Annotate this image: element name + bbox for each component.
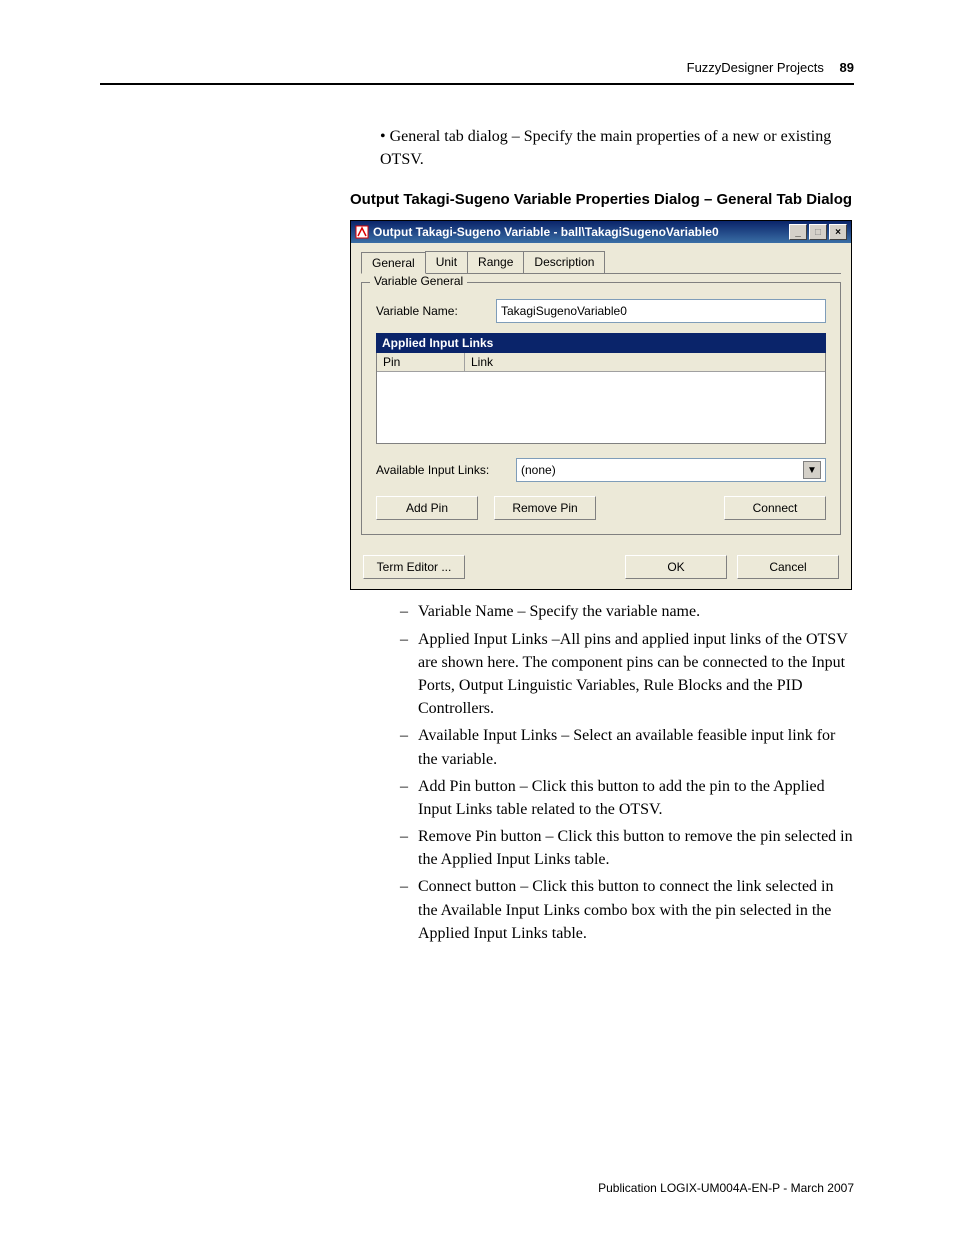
- remove-pin-button[interactable]: Remove Pin: [494, 496, 596, 520]
- desc-variable-name: Variable Name – Specify the variable nam…: [418, 600, 854, 623]
- desc-connect: Connect button – Click this button to co…: [418, 875, 854, 945]
- header-page-number: 89: [840, 60, 854, 75]
- add-pin-button[interactable]: Add Pin: [376, 496, 478, 520]
- intro-bullet: • General tab dialog – Specify the main …: [380, 125, 854, 171]
- app-icon: [355, 225, 369, 239]
- variable-name-input[interactable]: [496, 299, 826, 323]
- dialog-title: Output Takagi-Sugeno Variable - ball\Tak…: [373, 225, 719, 239]
- tab-general[interactable]: General: [361, 252, 426, 274]
- available-input-links-label: Available Input Links:: [376, 463, 516, 477]
- term-editor-button[interactable]: Term Editor ...: [363, 555, 465, 579]
- intro-bullet-text: General tab dialog – Specify the main pr…: [380, 128, 831, 168]
- connect-button[interactable]: Connect: [724, 496, 826, 520]
- tab-strip: General Unit Range Description: [361, 251, 841, 274]
- header-rule: [100, 83, 854, 85]
- column-link[interactable]: Link: [465, 353, 825, 371]
- fieldset-legend: Variable General: [370, 274, 467, 288]
- description-list: –Variable Name – Specify the variable na…: [400, 600, 854, 945]
- header-section-title: FuzzyDesigner Projects: [687, 60, 824, 75]
- cancel-button[interactable]: Cancel: [737, 555, 839, 579]
- section-heading: Output Takagi-Sugeno Variable Properties…: [350, 191, 854, 208]
- variable-name-label: Variable Name:: [376, 304, 496, 318]
- available-input-links-combo[interactable]: (none) ▼: [516, 458, 826, 482]
- applied-input-links-table[interactable]: Pin Link: [376, 353, 826, 444]
- page-footer: Publication LOGIX-UM004A-EN-P - March 20…: [598, 1181, 854, 1195]
- desc-remove-pin: Remove Pin button – Click this button to…: [418, 825, 854, 871]
- available-input-links-value: (none): [521, 463, 556, 477]
- desc-applied-input-links: Applied Input Links –All pins and applie…: [418, 628, 854, 721]
- close-button[interactable]: ×: [829, 224, 847, 240]
- tab-range[interactable]: Range: [467, 251, 524, 273]
- chevron-down-icon[interactable]: ▼: [803, 461, 821, 479]
- minimize-button[interactable]: _: [789, 224, 807, 240]
- tab-unit[interactable]: Unit: [425, 251, 468, 273]
- properties-dialog: Output Takagi-Sugeno Variable - ball\Tak…: [350, 220, 852, 590]
- variable-general-fieldset: Variable General Variable Name: Applied …: [361, 282, 841, 535]
- ok-button[interactable]: OK: [625, 555, 727, 579]
- tab-description[interactable]: Description: [523, 251, 605, 273]
- maximize-button[interactable]: □: [809, 224, 827, 240]
- applied-input-links-title: Applied Input Links: [376, 333, 826, 353]
- desc-add-pin: Add Pin button – Click this button to ad…: [418, 775, 854, 821]
- desc-available-input-links: Available Input Links – Select an availa…: [418, 724, 854, 770]
- column-pin[interactable]: Pin: [377, 353, 465, 371]
- dialog-titlebar: Output Takagi-Sugeno Variable - ball\Tak…: [351, 221, 851, 243]
